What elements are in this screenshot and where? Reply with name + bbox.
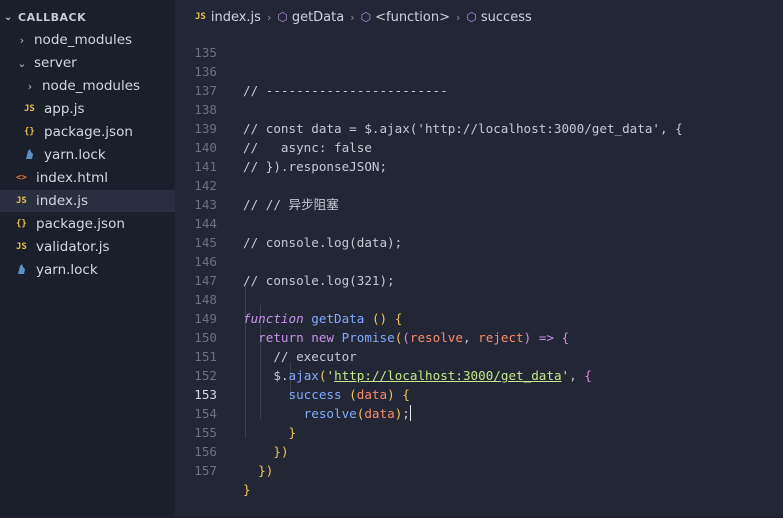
code-line: 145 <box>175 214 783 250</box>
breadcrumb-file[interactable]: index.js <box>211 10 261 25</box>
js-file-icon: JS <box>195 12 206 22</box>
chevron-down-icon: ⌄ <box>4 11 13 23</box>
code-line: 136 // ------------------------ <box>175 43 783 98</box>
json-file-icon: {} <box>16 219 27 229</box>
js-file-icon: JS <box>16 242 27 252</box>
tree-item-label: package.json <box>44 124 133 140</box>
symbol-method-icon: ⬡ <box>277 10 288 24</box>
tree-item-label: yarn.lock <box>36 262 98 278</box>
tree-item-label: node_modules <box>42 78 141 94</box>
code-line: 156 }) <box>175 423 783 478</box>
tree-item-validator-js[interactable]: JS validator.js <box>0 236 175 258</box>
symbol-method-icon: ⬡ <box>466 10 477 24</box>
html-file-icon: <> <box>16 173 27 183</box>
chevron-right-icon: › <box>350 10 355 24</box>
tree-item-label: yarn.lock <box>44 147 106 163</box>
breadcrumb-symbol-getdata[interactable]: getData <box>292 10 344 25</box>
tree-item-index-html[interactable]: <> index.html <box>0 167 175 189</box>
code-line: 138 // const data = $.ajax('http://local… <box>175 81 783 136</box>
code-line: 157 } <box>175 442 783 497</box>
explorer-section-header[interactable]: ⌄ CALLBACK <box>4 9 86 25</box>
tree-item-label: node_modules <box>34 32 133 48</box>
code-line: 137 <box>175 62 783 98</box>
code-line-current: 153 resolve(data); <box>175 366 783 421</box>
tree-item-label: index.html <box>36 170 108 186</box>
js-file-icon: JS <box>24 104 35 114</box>
tree-item-package-json[interactable]: {} package.json <box>0 213 175 235</box>
tree-item-label: validator.js <box>36 239 110 255</box>
breadcrumb-symbol-success[interactable]: success <box>481 10 532 25</box>
code-line: 149 return new Promise((resolve, reject)… <box>175 290 783 345</box>
code-line: 141 <box>175 138 783 174</box>
chevron-down-icon: ⌄ <box>17 56 27 70</box>
symbol-method-icon: ⬡ <box>360 10 372 24</box>
project-title: CALLBACK <box>18 10 87 24</box>
code-line: 144 // console.log(data); <box>175 195 783 250</box>
code-line: 146 // console.log(321); <box>175 233 783 288</box>
code-line: 140 // }).responseJSON; <box>175 119 783 174</box>
code-line: 143 <box>175 176 783 212</box>
code-line: 150 // executor <box>175 309 783 364</box>
tree-item-label: server <box>34 55 77 71</box>
chevron-right-icon: › <box>266 10 272 24</box>
tree-item-server-yarn-lock[interactable]: yarn.lock <box>0 144 175 166</box>
tree-item-index-js[interactable]: JS index.js <box>0 190 175 212</box>
code-line: 155 }) <box>175 404 783 459</box>
code-editor[interactable]: JS index.js › ⬡ getData › ⬡ <function> ›… <box>175 0 783 516</box>
code-line: 152 success (data) { <box>175 347 783 402</box>
tree-item-server-node-modules[interactable]: › node_modules <box>0 75 175 97</box>
yarn-file-icon <box>24 148 38 163</box>
explorer-sidebar: ⌄ CALLBACK › node_modules ⌄ server › nod… <box>0 0 175 516</box>
tree-item-server-package-json[interactable]: {} package.json <box>0 121 175 143</box>
code-line: 135 <box>175 24 783 60</box>
json-file-icon: {} <box>24 127 35 137</box>
code-line: 139 // async: false <box>175 100 783 155</box>
tree-item-label: index.js <box>36 193 89 209</box>
code-line: 154 } <box>175 385 783 440</box>
code-line: 142 // // 异步阻塞 <box>175 157 783 212</box>
tree-item-node-modules[interactable]: › node_modules <box>0 29 175 51</box>
line-text: } <box>243 482 251 497</box>
tree-item-server-folder[interactable]: ⌄ server <box>0 52 175 74</box>
breadcrumb-symbol-function[interactable]: <function> <box>375 10 450 25</box>
code-line: 151 $.ajax('http://localhost:3000/get_da… <box>175 328 783 383</box>
tree-item-label: app.js <box>44 101 85 117</box>
tree-item-yarn-lock[interactable]: yarn.lock <box>0 259 175 281</box>
code-line: 147 <box>175 252 783 288</box>
js-file-icon: JS <box>16 196 27 206</box>
yarn-file-icon <box>16 263 30 278</box>
code-line: 148 function getData () { <box>175 271 783 326</box>
line-text: }) <box>258 463 274 478</box>
chevron-right-icon: › <box>456 10 461 24</box>
tree-item-label: package.json <box>36 216 125 232</box>
chevron-right-icon: › <box>27 79 33 93</box>
tree-item-app-js[interactable]: JS app.js <box>0 98 175 120</box>
line-number: 157 <box>194 463 217 478</box>
chevron-right-icon: › <box>19 33 25 47</box>
